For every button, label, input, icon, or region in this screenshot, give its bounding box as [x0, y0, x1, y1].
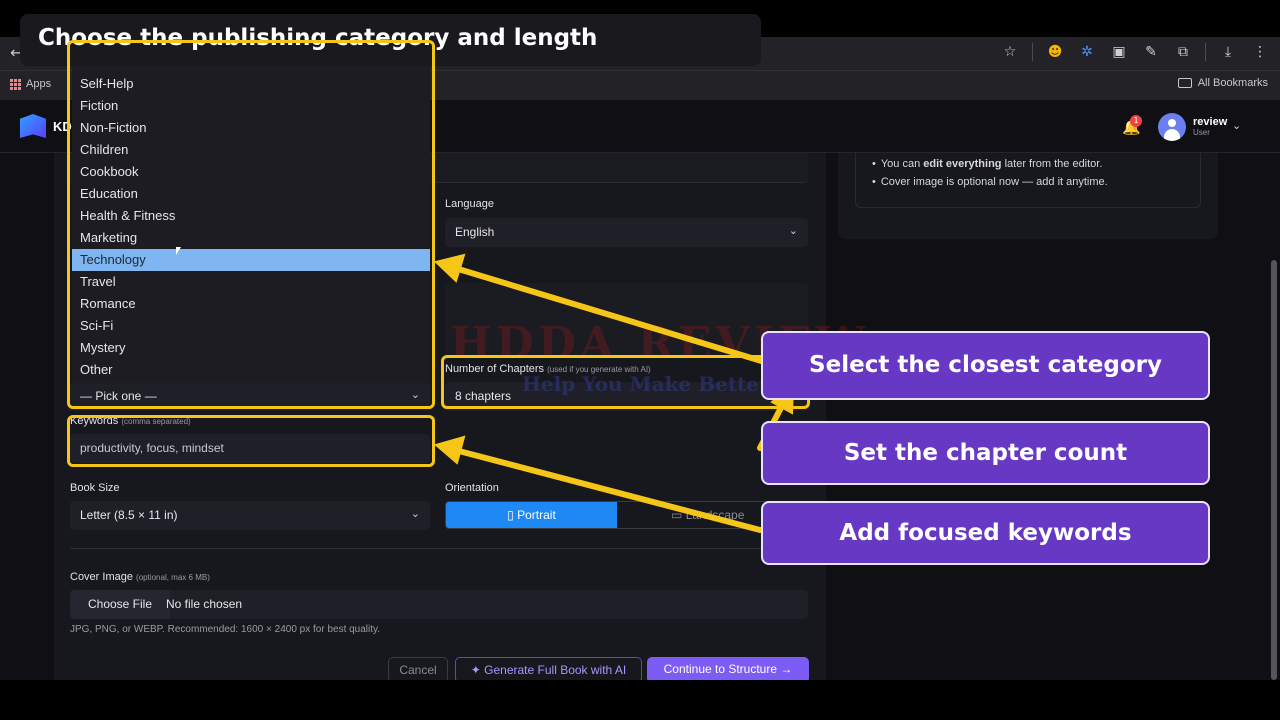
landscape-icon: ▭ [671, 508, 683, 522]
toolbar-icons: ☆ ☻ ✲ ▣ ✎ ⧉ ⤓ ⋮ [1000, 41, 1270, 63]
notification-badge: 1 [1130, 115, 1142, 127]
callout-category: Select the closest category [761, 331, 1210, 400]
orientation-label: Orientation [445, 482, 499, 494]
cover-label: Cover Image (optional, max 6 MB) [70, 571, 210, 583]
arrow-right-icon: → [780, 662, 793, 676]
choose-file-button[interactable]: Choose File [70, 590, 170, 619]
sparkle-icon: ✦ [470, 663, 481, 677]
continue-button[interactable]: Continue to Structure → [647, 657, 809, 680]
language-value: English [455, 225, 495, 239]
landscape-label: Landscape [685, 508, 745, 522]
avatar-body [1164, 129, 1180, 141]
section-background [445, 283, 808, 357]
extension-screen-icon[interactable]: ▣ [1109, 41, 1129, 63]
no-file-text: No file chosen [166, 597, 243, 611]
cover-hint: (optional, max 6 MB) [136, 573, 210, 582]
user-name: review [1193, 116, 1228, 128]
callout-keywords: Add focused keywords [761, 501, 1210, 565]
puzzle-icon[interactable]: ⧉ [1173, 41, 1193, 63]
kebab-icon[interactable]: ⋮ [1250, 41, 1270, 63]
tip-bold: edit everything [923, 158, 1002, 170]
tip-prefix: You can [880, 158, 924, 170]
tips-card: You can edit everything later from the e… [838, 153, 1218, 239]
avatar[interactable] [1158, 113, 1186, 141]
book-size-select[interactable]: Letter (8.5 × 11 in) ⌄ [70, 501, 430, 530]
book-size-value: Letter (8.5 × 11 in) [80, 508, 178, 522]
category-highlight-box [67, 40, 435, 409]
download-icon[interactable]: ⤓ [1218, 41, 1238, 63]
chapters-highlight-box [441, 355, 810, 409]
extension-gear-icon[interactable]: ✲ [1077, 41, 1097, 63]
form-divider [70, 548, 808, 549]
keywords-highlight-box [67, 415, 435, 467]
portrait-button[interactable]: ▯ Portrait [446, 502, 617, 528]
folder-icon [1177, 78, 1192, 88]
toolbar-separator [1205, 43, 1206, 61]
portrait-icon: ▯ [507, 508, 514, 522]
apps-bookmark[interactable]: Apps [10, 78, 51, 90]
page-scrollbar[interactable] [1271, 260, 1277, 680]
all-bookmarks[interactable]: All Bookmarks [1177, 77, 1268, 89]
extension-pen-icon[interactable]: ✎ [1141, 41, 1161, 63]
file-input[interactable] [170, 590, 808, 619]
cancel-button[interactable]: Cancel [388, 657, 448, 680]
tip-item: Cover image is optional now — add it any… [872, 176, 1200, 188]
tip-suffix: later from the editor. [1001, 158, 1103, 170]
user-role: User [1193, 128, 1210, 137]
continue-label: Continue to Structure [663, 662, 778, 676]
toolbar-separator [1032, 43, 1033, 61]
tip-item: You can edit everything later from the e… [872, 158, 1200, 170]
book-size-label: Book Size [70, 482, 120, 494]
generate-book-button[interactable]: ✦ Generate Full Book with AI [455, 657, 642, 680]
chevron-down-icon[interactable]: ⌄ [1232, 119, 1241, 132]
language-select[interactable]: English ⌄ [445, 218, 808, 247]
callout-chapters: Set the chapter count [761, 421, 1210, 485]
portrait-label: Portrait [517, 508, 556, 522]
cover-label-text: Cover Image [70, 571, 133, 583]
generate-label: Generate Full Book with AI [484, 663, 627, 677]
logo-icon[interactable] [20, 114, 46, 138]
avatar-head [1168, 119, 1176, 127]
chevron-down-icon: ⌄ [788, 225, 798, 237]
tips-panel: You can edit everything later from the e… [855, 153, 1201, 208]
orientation-toggle: ▯ Portrait ▭ Landscape [445, 501, 809, 529]
apps-label: Apps [26, 78, 52, 90]
file-help-text: JPG, PNG, or WEBP. Recommended: 1600 × 2… [70, 624, 381, 635]
all-bookmarks-label: All Bookmarks [1197, 77, 1268, 89]
star-icon[interactable]: ☆ [1000, 41, 1020, 63]
chevron-down-icon: ⌄ [410, 508, 420, 520]
apps-grid-icon [10, 78, 21, 90]
extension-face-icon[interactable]: ☻ [1045, 41, 1065, 63]
language-label: Language [445, 198, 494, 210]
